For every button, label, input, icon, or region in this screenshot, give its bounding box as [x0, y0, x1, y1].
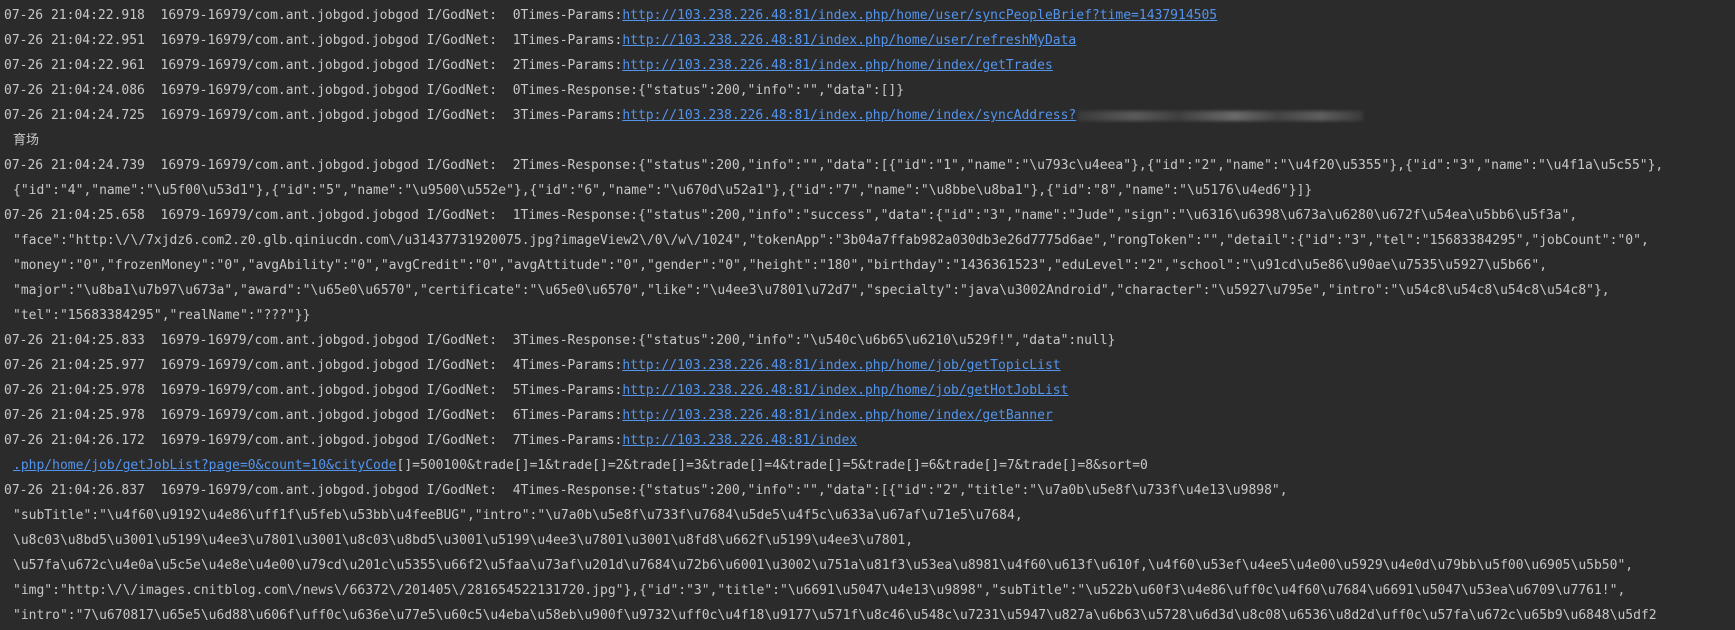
log-line: 07-26 21:04:24.739 16979-16979/com.ant.j…	[0, 153, 1735, 178]
log-line: 07-26 21:04:25.658 16979-16979/com.ant.j…	[0, 203, 1735, 228]
log-text: 07-26 21:04:26.837 16979-16979/com.ant.j…	[4, 483, 1288, 498]
log-line-continuation: \u57fa\u672c\u4e0a\u5c5e\u4e8e\u4e00\u79…	[0, 553, 1735, 578]
log-line-continuation: \u8c03\u8bd5\u3001\u5199\u4ee3\u7801\u30…	[0, 528, 1735, 553]
log-line: 07-26 21:04:24.725 16979-16979/com.ant.j…	[0, 103, 1735, 128]
log-line: 07-26 21:04:25.833 16979-16979/com.ant.j…	[0, 328, 1735, 353]
log-text: 07-26 21:04:25.833 16979-16979/com.ant.j…	[4, 333, 1116, 348]
log-text: 07-26 21:04:22.951 16979-16979/com.ant.j…	[4, 33, 623, 48]
log-url-link[interactable]: http://103.238.226.48:81/index.php/home/…	[622, 58, 1052, 73]
redacted-region	[1078, 110, 1364, 121]
log-text: 07-26 21:04:24.725 16979-16979/com.ant.j…	[4, 108, 623, 123]
log-url-link[interactable]: http://103.238.226.48:81/index.php/home/…	[622, 108, 1076, 123]
log-text: 07-26 21:04:26.172 16979-16979/com.ant.j…	[4, 433, 623, 448]
log-text: 07-26 21:04:24.739 16979-16979/com.ant.j…	[4, 158, 1664, 173]
log-url-link[interactable]: .php/home/job/getJobList?page=0&count=10…	[13, 458, 397, 473]
log-line-continuation: "subTitle":"\u4f60\u9192\u4e86\uff1f\u5f…	[0, 503, 1735, 528]
log-text: 07-26 21:04:25.977 16979-16979/com.ant.j…	[4, 358, 623, 373]
log-line-continuation: "money":"0","frozenMoney":"0","avgAbilit…	[0, 253, 1735, 278]
log-text: "intro":"7\u670817\u65e5\u6d88\u606f\uff…	[13, 608, 1657, 623]
log-text: 07-26 21:04:25.658 16979-16979/com.ant.j…	[4, 208, 1578, 223]
log-text: \u57fa\u672c\u4e0a\u5c5e\u4e8e\u4e00\u79…	[13, 558, 1634, 573]
log-line-continuation: "face":"http:\/\/7xjdz6.com2.z0.glb.qini…	[0, 228, 1735, 253]
log-line-continuation: .php/home/job/getJobList?page=0&count=10…	[0, 453, 1735, 478]
log-line-continuation: 育场	[0, 128, 1735, 153]
log-text: 07-26 21:04:22.918 16979-16979/com.ant.j…	[4, 8, 623, 23]
log-text: "subTitle":"\u4f60\u9192\u4e86\uff1f\u5f…	[13, 508, 1023, 523]
log-text-suffix: []=500100&trade[]=1&trade[]=2&trade[]=3&…	[396, 458, 1148, 473]
log-text: 07-26 21:04:25.978 16979-16979/com.ant.j…	[4, 383, 623, 398]
log-line: 07-26 21:04:25.977 16979-16979/com.ant.j…	[0, 353, 1735, 378]
log-text: "img":"http:\/\/images.cnitblog.com\/new…	[13, 583, 1626, 598]
log-url-link[interactable]: http://103.238.226.48:81/index.php/home/…	[622, 358, 1060, 373]
log-line: 07-26 21:04:22.918 16979-16979/com.ant.j…	[0, 3, 1735, 28]
log-url-link[interactable]: http://103.238.226.48:81/index	[622, 433, 857, 448]
log-line: 07-26 21:04:22.951 16979-16979/com.ant.j…	[0, 28, 1735, 53]
log-line-continuation: {"id":"4","name":"\u5f00\u53d1"},{"id":"…	[0, 178, 1735, 203]
log-text: "tel":"15683384295","realName":"???"}}	[13, 308, 311, 323]
log-text: {"id":"4","name":"\u5f00\u53d1"},{"id":"…	[13, 183, 1313, 198]
log-url-link[interactable]: http://103.238.226.48:81/index.php/home/…	[622, 8, 1217, 23]
log-line-continuation: "major":"\u8ba1\u7b97\u673a","award":"\u…	[0, 278, 1735, 303]
log-url-link[interactable]: http://103.238.226.48:81/index.php/home/…	[622, 408, 1052, 423]
log-text: 07-26 21:04:24.086 16979-16979/com.ant.j…	[4, 83, 905, 98]
log-text: 育场	[13, 133, 40, 148]
log-text: \u8c03\u8bd5\u3001\u5199\u4ee3\u7801\u30…	[13, 533, 914, 548]
log-line-continuation: "tel":"15683384295","realName":"???"}}	[0, 303, 1735, 328]
log-text: "major":"\u8ba1\u7b97\u673a","award":"\u…	[13, 283, 1610, 298]
log-line-continuation: "img":"http:\/\/images.cnitblog.com\/new…	[0, 578, 1735, 603]
log-text: "face":"http:\/\/7xjdz6.com2.z0.glb.qini…	[13, 233, 1649, 248]
log-line: 07-26 21:04:25.978 16979-16979/com.ant.j…	[0, 403, 1735, 428]
log-line: 07-26 21:04:26.172 16979-16979/com.ant.j…	[0, 428, 1735, 453]
log-line: 07-26 21:04:25.978 16979-16979/com.ant.j…	[0, 378, 1735, 403]
log-line-continuation: "intro":"7\u670817\u65e5\u6d88\u606f\uff…	[0, 603, 1735, 628]
log-url-link[interactable]: http://103.238.226.48:81/index.php/home/…	[622, 33, 1076, 48]
log-text: "money":"0","frozenMoney":"0","avgAbilit…	[13, 258, 1548, 273]
log-text: 07-26 21:04:22.961 16979-16979/com.ant.j…	[4, 58, 623, 73]
logcat-console: 07-26 21:04:22.918 16979-16979/com.ant.j…	[0, 0, 1735, 628]
log-text: 07-26 21:04:25.978 16979-16979/com.ant.j…	[4, 408, 623, 423]
log-line: 07-26 21:04:22.961 16979-16979/com.ant.j…	[0, 53, 1735, 78]
log-line: 07-26 21:04:24.086 16979-16979/com.ant.j…	[0, 78, 1735, 103]
log-url-link[interactable]: http://103.238.226.48:81/index.php/home/…	[622, 383, 1068, 398]
log-line: 07-26 21:04:26.837 16979-16979/com.ant.j…	[0, 478, 1735, 503]
